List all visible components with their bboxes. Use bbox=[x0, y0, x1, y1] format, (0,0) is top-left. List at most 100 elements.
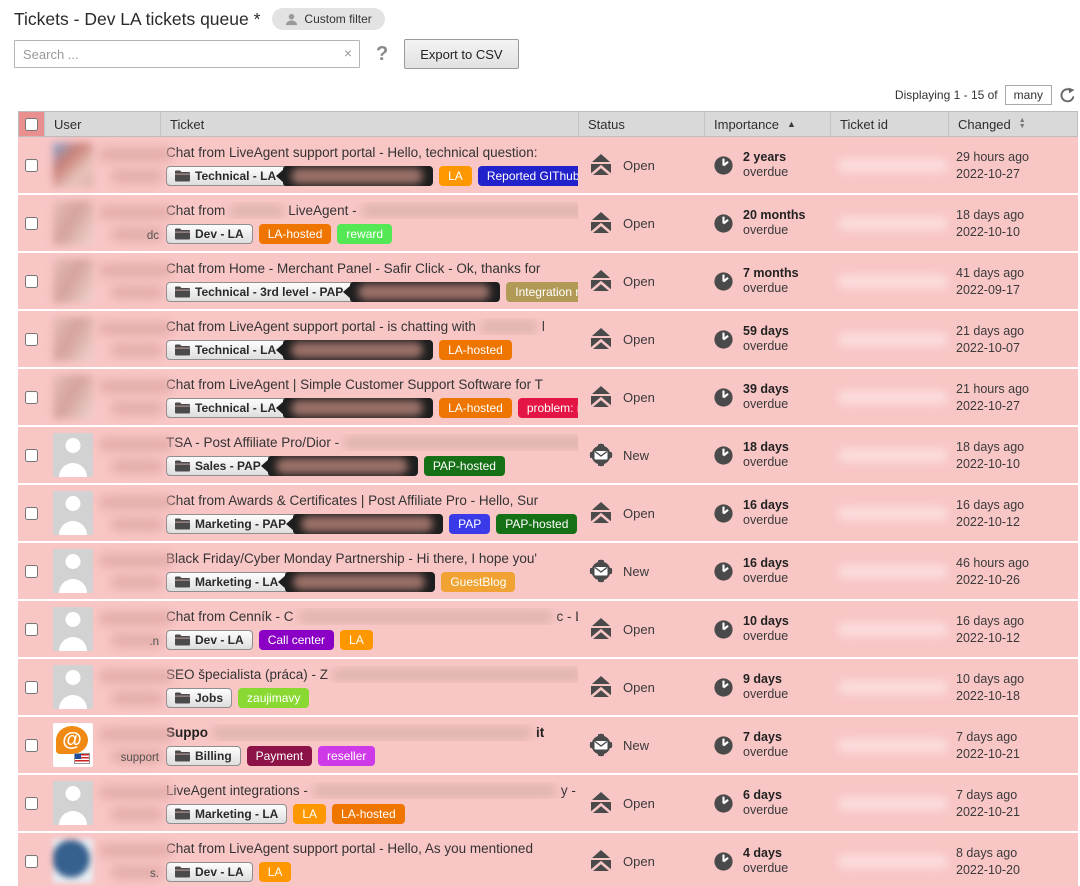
row-checkbox[interactable] bbox=[25, 565, 38, 578]
column-header-changed[interactable]: Changed ▲▼ bbox=[949, 112, 1079, 136]
overdue-clock-icon bbox=[712, 270, 735, 293]
department-tag[interactable]: Technical - 3rd level - PAP bbox=[166, 282, 500, 302]
row-checkbox[interactable] bbox=[25, 855, 38, 868]
ticket-row[interactable]: Chat from LiveAgent support portal - is … bbox=[18, 311, 1078, 369]
column-header-ticket[interactable]: Ticket bbox=[161, 112, 579, 136]
department-tag[interactable]: Dev - LA bbox=[166, 862, 253, 882]
total-count-box[interactable]: many bbox=[1005, 85, 1052, 105]
column-header-importance[interactable]: Importance ▲ bbox=[705, 112, 831, 136]
department-tag[interactable]: Marketing - LA bbox=[166, 572, 435, 592]
clear-search-icon[interactable]: × bbox=[344, 45, 352, 61]
department-tag[interactable]: Technical - LA bbox=[166, 340, 433, 360]
tag-badge[interactable]: LA bbox=[259, 862, 292, 882]
tag-badge[interactable]: Reported GIThub bbox=[478, 166, 578, 186]
ticket-subject[interactable]: Chat from Cenník - Cc - LiveAge bbox=[166, 608, 578, 625]
ticket-row[interactable]: SEO špecialista (práca) - Zor Jobs zaujima… bbox=[18, 659, 1078, 717]
select-all-cell[interactable] bbox=[19, 112, 45, 136]
department-tag[interactable]: Marketing - PAP bbox=[166, 514, 443, 534]
tag-badge[interactable]: LA-hosted bbox=[259, 224, 332, 244]
ticket-row[interactable]: Chat from Home - Merchant Panel - Safir … bbox=[18, 253, 1078, 311]
ticket-row[interactable]: Chat from LiveAgent | Simple Customer Su… bbox=[18, 369, 1078, 427]
tag-badge[interactable]: LA-hosted bbox=[332, 804, 405, 824]
search-input[interactable] bbox=[14, 40, 360, 68]
row-checkbox[interactable] bbox=[25, 333, 38, 346]
ticket-row[interactable]: .n Chat from Cenník - Cc - LiveAge Dev - L… bbox=[18, 601, 1078, 659]
tag-badge[interactable]: LA bbox=[340, 630, 373, 650]
row-checkbox[interactable] bbox=[25, 507, 38, 520]
tag-badge[interactable]: Payment bbox=[247, 746, 312, 766]
export-csv-button[interactable]: Export to CSV bbox=[404, 39, 518, 69]
row-checkbox[interactable] bbox=[25, 681, 38, 694]
ticket-row[interactable]: Black Friday/Cyber Monday Partnership - … bbox=[18, 543, 1078, 601]
ticket-subject[interactable]: Chat from LiveAgent | Simple Customer Su… bbox=[166, 376, 578, 393]
tag-badge[interactable]: LA-hosted bbox=[439, 398, 512, 418]
tag-badge[interactable]: LA bbox=[293, 804, 326, 824]
column-header-user[interactable]: User bbox=[45, 112, 161, 136]
row-checkbox[interactable] bbox=[25, 275, 38, 288]
ticket-id-cell bbox=[830, 775, 948, 831]
tag-badge[interactable]: LA bbox=[439, 166, 472, 186]
row-checkbox[interactable] bbox=[25, 391, 38, 404]
redacted-ticket-id bbox=[838, 448, 948, 463]
ticket-row[interactable]: dcChat fromLiveAgent -Dev - LALA-hostedr… bbox=[18, 195, 1078, 253]
ticket-row[interactable]: Chat from LiveAgent support portal - Hel… bbox=[18, 137, 1078, 195]
user-cell: .n bbox=[44, 601, 160, 657]
tag-badge[interactable]: Integration metho bbox=[506, 282, 578, 302]
column-header-status[interactable]: Status bbox=[579, 112, 705, 136]
overdue-duration: 6 days bbox=[743, 788, 788, 803]
overdue-clock-icon bbox=[712, 734, 735, 757]
department-tag[interactable]: Marketing - LA bbox=[166, 804, 287, 824]
department-tag[interactable]: Technical - LA bbox=[166, 398, 433, 418]
department-tag[interactable]: Billing bbox=[166, 746, 241, 766]
redacted-name-line bbox=[99, 380, 173, 393]
department-tag[interactable]: Technical - LA bbox=[166, 166, 433, 186]
ticket-row[interactable]: Chat from Awards & Certificates | Post A… bbox=[18, 485, 1078, 543]
tag-badge[interactable]: Call center bbox=[259, 630, 334, 650]
department-tag[interactable]: Dev - LA bbox=[166, 224, 253, 244]
tag-badge[interactable]: reward bbox=[337, 224, 392, 244]
row-checkbox[interactable] bbox=[25, 623, 38, 636]
ticket-subject[interactable]: Chat from LiveAgent support portal - is … bbox=[166, 318, 578, 335]
department-tag[interactable]: Sales - PAP bbox=[166, 456, 418, 476]
ticket-subject[interactable]: Chat from LiveAgent support portal - Hel… bbox=[166, 144, 578, 161]
column-header-ticket-id[interactable]: Ticket id bbox=[831, 112, 949, 136]
tag-badge[interactable]: reseller bbox=[318, 746, 375, 766]
department-tag[interactable]: Dev - LA bbox=[166, 630, 253, 650]
department-tag[interactable]: Jobs bbox=[166, 688, 232, 708]
ticket-cell: Chat from LiveAgent support portal - Hel… bbox=[160, 833, 578, 886]
tag-badge[interactable]: PAP-hosted bbox=[496, 514, 577, 534]
ticket-subject[interactable]: LiveAgent integrations -y - bbox=[166, 782, 578, 799]
redacted-user-name bbox=[99, 670, 173, 705]
ticket-row[interactable]: LiveAgent integrations -y - Marketing - L… bbox=[18, 775, 1078, 833]
overdue-clock-icon bbox=[712, 154, 735, 177]
tag-badge[interactable]: GuestBlog bbox=[441, 572, 515, 592]
row-checkbox[interactable] bbox=[25, 739, 38, 752]
ticket-subject[interactable]: SEO špecialista (práca) - Zor bbox=[166, 666, 578, 683]
ticket-row[interactable]: s.Chat from LiveAgent support portal - H… bbox=[18, 833, 1078, 886]
row-checkbox[interactable] bbox=[25, 797, 38, 810]
ticket-subject[interactable]: Suppoit bbox=[166, 724, 578, 741]
row-checkbox[interactable] bbox=[25, 449, 38, 462]
ticket-subject[interactable]: Black Friday/Cyber Monday Partnership - … bbox=[166, 550, 578, 567]
ticket-subject[interactable]: Chat from Awards & Certificates | Post A… bbox=[166, 492, 578, 509]
custom-filter-pill[interactable]: Custom filter bbox=[272, 8, 384, 30]
refresh-icon[interactable] bbox=[1059, 87, 1076, 104]
help-icon[interactable]: ? bbox=[376, 43, 388, 66]
ticket-subject[interactable]: TSA - Post Affiliate Pro/Dior - bbox=[166, 434, 578, 451]
ticket-subject[interactable]: Chat from LiveAgent support portal - Hel… bbox=[166, 840, 578, 857]
ticket-subject[interactable]: Chat from Home - Merchant Panel - Safir … bbox=[166, 260, 578, 277]
ticket-row[interactable]: TSA - Post Affiliate Pro/Dior - Sales - P… bbox=[18, 427, 1078, 485]
tag-badge[interactable]: problem: repo bbox=[518, 398, 578, 418]
ticket-row[interactable]: @supportSuppoitBillingPaymentresellerNew… bbox=[18, 717, 1078, 775]
row-checkbox[interactable] bbox=[25, 159, 38, 172]
tag-badge[interactable]: PAP-hosted bbox=[424, 456, 505, 476]
tag-badge[interactable]: zaujimavy bbox=[238, 688, 309, 708]
changed-date: 2022-10-12 bbox=[956, 631, 1078, 645]
row-checkbox[interactable] bbox=[25, 217, 38, 230]
select-all-checkbox[interactable] bbox=[25, 118, 38, 131]
redacted-name-line bbox=[99, 786, 173, 799]
ticket-subject[interactable]: Chat fromLiveAgent - bbox=[166, 202, 578, 219]
changed-cell: 29 hours ago2022-10-27 bbox=[948, 137, 1078, 193]
tag-badge[interactable]: PAP bbox=[449, 514, 490, 534]
tag-badge[interactable]: LA-hosted bbox=[439, 340, 512, 360]
